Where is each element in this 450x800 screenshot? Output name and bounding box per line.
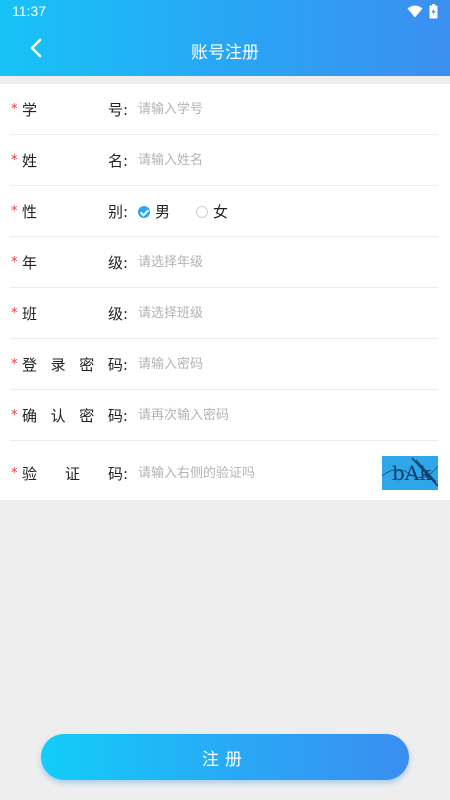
confirm-password-input[interactable] xyxy=(138,402,378,428)
label-char: 验 xyxy=(22,465,38,483)
class-label: 班 级: xyxy=(22,303,128,323)
required-mark: * xyxy=(11,255,18,270)
label-char: 码: xyxy=(107,465,128,483)
captcha-image[interactable]: bAk xyxy=(382,456,438,490)
required-mark: * xyxy=(11,204,18,219)
grade-select[interactable] xyxy=(138,249,378,275)
label-char: 年 xyxy=(22,254,38,272)
wifi-icon xyxy=(407,5,423,18)
radio-unchecked-icon xyxy=(196,205,209,218)
gender-female-radio[interactable]: 女 xyxy=(196,201,228,222)
label-char: 登 xyxy=(22,356,38,374)
label-char: 认 xyxy=(50,407,66,425)
label-char: 密 xyxy=(79,407,95,425)
radio-label: 男 xyxy=(155,203,171,221)
label-char: 名: xyxy=(107,152,128,170)
name-row: * 姓 名: xyxy=(10,135,438,186)
class-row: * 班 级: xyxy=(10,288,438,339)
confirm-password-label: 确 认 密 码: xyxy=(22,405,128,425)
label-char: 级: xyxy=(107,305,128,323)
nav-bar: 账号注册 xyxy=(0,26,450,74)
password-label: 登 录 密 码: xyxy=(22,354,128,374)
label-char: 录 xyxy=(50,356,66,374)
student-id-label: 学 号: xyxy=(22,99,128,119)
required-mark: * xyxy=(11,306,18,321)
captcha-text: bAk xyxy=(392,461,432,485)
gender-male-radio[interactable]: 男 xyxy=(138,201,170,222)
radio-label: 女 xyxy=(213,203,229,221)
label-char: 性 xyxy=(22,203,38,221)
app-header: 11:37 账号注册 xyxy=(0,0,450,76)
label-char: 姓 xyxy=(22,152,38,170)
student-id-row: * 学 号: xyxy=(10,84,438,135)
registration-form: * 学 号: * 姓 名: * 性 别: 男 女 xyxy=(0,84,450,500)
required-mark: * xyxy=(11,102,18,117)
student-id-input[interactable] xyxy=(138,96,378,122)
label-char: 密 xyxy=(79,356,95,374)
label-char: 号: xyxy=(107,101,128,119)
name-input[interactable] xyxy=(138,147,378,173)
password-row: * 登 录 密 码: xyxy=(10,339,438,390)
captcha-input[interactable] xyxy=(138,460,378,486)
required-mark: * xyxy=(11,408,18,423)
status-time: 11:37 xyxy=(12,3,46,19)
status-icons xyxy=(407,4,438,19)
gender-label: 性 别: xyxy=(22,201,128,221)
label-char: 确 xyxy=(22,407,38,425)
grade-label: 年 级: xyxy=(22,252,128,272)
label-char: 码: xyxy=(107,407,128,425)
label-char: 码: xyxy=(107,356,128,374)
register-button[interactable]: 注册 xyxy=(41,734,409,780)
battery-icon xyxy=(429,4,438,19)
gender-row: * 性 别: 男 女 xyxy=(10,186,438,237)
name-label: 姓 名: xyxy=(22,150,128,170)
label-char: 别: xyxy=(107,203,128,221)
password-input[interactable] xyxy=(138,351,378,377)
captcha-row: * 验 证 码: bAk xyxy=(10,441,438,505)
radio-checked-icon xyxy=(138,205,150,218)
required-mark: * xyxy=(11,153,18,168)
confirm-password-row: * 确 认 密 码: xyxy=(10,390,438,441)
page-title: 账号注册 xyxy=(191,43,259,63)
label-char: 班 xyxy=(22,305,38,323)
grade-row: * 年 级: xyxy=(10,237,438,288)
class-select[interactable] xyxy=(138,300,378,326)
label-char: 学 xyxy=(22,101,38,119)
label-char: 证 xyxy=(64,465,80,483)
required-mark: * xyxy=(11,357,18,372)
label-char: 级: xyxy=(107,254,128,272)
required-mark: * xyxy=(11,466,18,481)
gender-radio-group: 男 女 xyxy=(138,201,254,222)
status-bar: 11:37 xyxy=(0,0,450,24)
captcha-label: 验 证 码: xyxy=(22,463,128,483)
